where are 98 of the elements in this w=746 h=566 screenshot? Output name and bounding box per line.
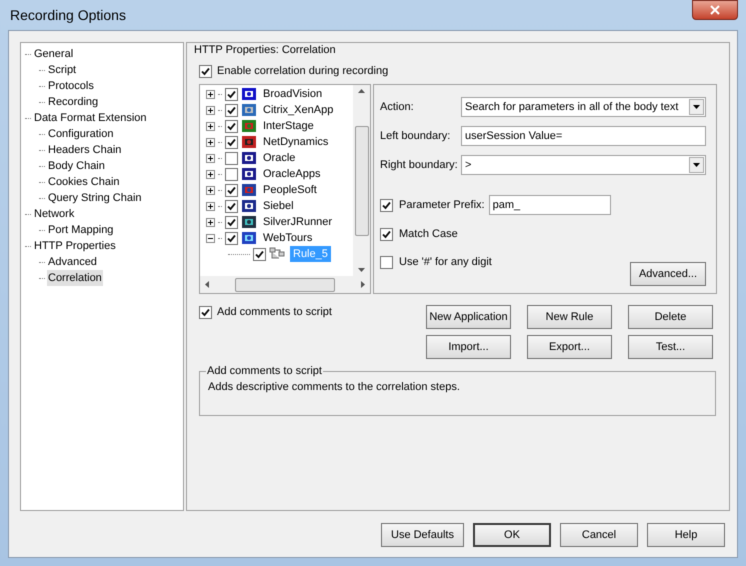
checkbox-label: Add comments to script	[217, 306, 332, 319]
button[interactable]: New Rule	[527, 305, 612, 329]
tree-item[interactable]: Body Chain	[47, 158, 106, 174]
tree-item[interactable]: Oracle	[263, 150, 296, 166]
expander[interactable]	[206, 202, 215, 210]
button[interactable]: Test...	[628, 335, 713, 359]
expander[interactable]	[206, 138, 215, 146]
application-icon	[241, 230, 257, 246]
tree-item[interactable]: Query String Chain	[47, 190, 143, 206]
caret-icon	[693, 105, 700, 109]
button[interactable]: Help	[647, 523, 725, 547]
tree-item[interactable]: Recording	[47, 94, 100, 110]
tree-item[interactable]: Port Mapping	[47, 222, 114, 238]
close-button[interactable]	[692, 0, 738, 20]
scroll-left-arrow-icon[interactable]	[205, 281, 209, 288]
expander[interactable]	[206, 154, 215, 162]
scroll-right-arrow-icon[interactable]	[361, 281, 365, 288]
tree-item[interactable]: Correlation	[47, 270, 103, 286]
checkbox[interactable]	[199, 306, 212, 319]
checkbox[interactable]	[225, 104, 238, 116]
vertical-scrollbar[interactable]	[353, 85, 370, 276]
tree-item[interactable]: BroadVision	[263, 86, 322, 102]
checkbox[interactable]	[225, 200, 238, 212]
checkbox[interactable]	[225, 120, 238, 132]
tree-item[interactable]: InterStage	[263, 118, 314, 134]
rule-icon	[269, 247, 285, 261]
checkbox-label: Match Case	[399, 226, 458, 242]
checkbox[interactable]	[380, 228, 393, 240]
expander[interactable]	[206, 170, 215, 178]
field-label: Left boundary:	[380, 128, 452, 144]
checkbox[interactable]	[225, 216, 238, 228]
section-title: HTTP Properties: Correlation	[194, 43, 337, 58]
expander[interactable]	[206, 106, 215, 114]
checkbox[interactable]	[225, 88, 238, 100]
expander[interactable]	[206, 234, 215, 242]
tree-item[interactable]: Advanced	[47, 254, 98, 270]
checkbox[interactable]	[199, 64, 212, 78]
checkbox-label: Use '#' for any digit	[399, 254, 492, 270]
expander[interactable]	[206, 90, 215, 98]
application-icon	[241, 182, 257, 198]
description-text: Adds descriptive comments to the correlation steps.	[208, 380, 461, 395]
button[interactable]: Export...	[527, 335, 612, 359]
application-icon	[241, 166, 257, 182]
close-icon	[710, 5, 720, 15]
checkbox-label: Parameter Prefix:	[399, 198, 485, 213]
tree-item[interactable]: Data Format Extension	[33, 110, 148, 126]
checkbox[interactable]	[380, 198, 393, 212]
tree-item[interactable]: Network	[33, 206, 76, 222]
tree-item[interactable]: Configuration	[47, 126, 114, 142]
button[interactable]: Use Defaults	[381, 523, 464, 547]
tree-item[interactable]: OracleApps	[263, 166, 320, 182]
checkbox[interactable]	[253, 248, 266, 260]
boundary-dropdown[interactable]: >	[461, 155, 706, 175]
input-field[interactable]: pam_	[488, 195, 611, 215]
tree-item[interactable]: Cookies Chain	[47, 174, 121, 190]
tree-item[interactable]: Headers Chain	[47, 142, 122, 158]
application-icon	[241, 198, 257, 214]
button[interactable]: Cancel	[560, 523, 638, 547]
field-label: Action:	[380, 100, 415, 115]
tree-item[interactable]: Protocols	[47, 78, 95, 94]
caret-icon	[693, 163, 700, 167]
application-icon	[241, 102, 257, 118]
horizontal-scrollbar[interactable]	[200, 276, 370, 293]
expander[interactable]	[206, 122, 215, 130]
application-icon	[241, 150, 257, 166]
tree-item[interactable]: NetDynamics	[263, 134, 328, 150]
tree-item[interactable]: PeopleSoft	[263, 182, 317, 198]
tree-item[interactable]: Script	[47, 62, 78, 78]
application-icon	[241, 134, 257, 150]
field-label: Right boundary:	[380, 158, 459, 173]
input-field[interactable]: userSession Value=	[461, 126, 706, 146]
checkbox[interactable]	[225, 136, 238, 148]
tree-item[interactable]: WebTours	[263, 230, 312, 246]
tree-item[interactable]: Siebel	[263, 198, 294, 214]
button[interactable]: New Application	[426, 305, 511, 329]
scroll-up-arrow-icon[interactable]	[358, 89, 365, 93]
checkbox[interactable]	[225, 232, 238, 244]
checkbox[interactable]	[380, 256, 393, 268]
tree-item[interactable]: General	[33, 46, 74, 62]
action-dropdown[interactable]: Search for parameters in all of the body text	[461, 97, 706, 117]
checkbox[interactable]	[225, 152, 238, 164]
group-title: Add comments to script	[206, 364, 323, 378]
application-icon	[241, 214, 257, 230]
expander[interactable]	[206, 218, 215, 226]
button[interactable]: Import...	[426, 335, 511, 359]
button[interactable]: OK	[473, 523, 551, 547]
button[interactable]: Delete	[628, 305, 713, 329]
checkbox-label: Enable correlation during recording	[217, 64, 388, 79]
window-title: Recording Options	[10, 6, 126, 25]
checkbox[interactable]	[225, 184, 238, 196]
tree-item[interactable]: HTTP Properties	[33, 238, 117, 254]
application-icon	[241, 118, 257, 134]
tree-item[interactable]: SilverJRunner	[263, 214, 332, 230]
button[interactable]: Advanced...	[630, 262, 706, 286]
checkbox[interactable]	[225, 168, 238, 180]
expander[interactable]	[206, 186, 215, 194]
scroll-down-arrow-icon[interactable]	[358, 268, 365, 272]
tree-item[interactable]: Citrix_XenApp	[263, 102, 334, 118]
